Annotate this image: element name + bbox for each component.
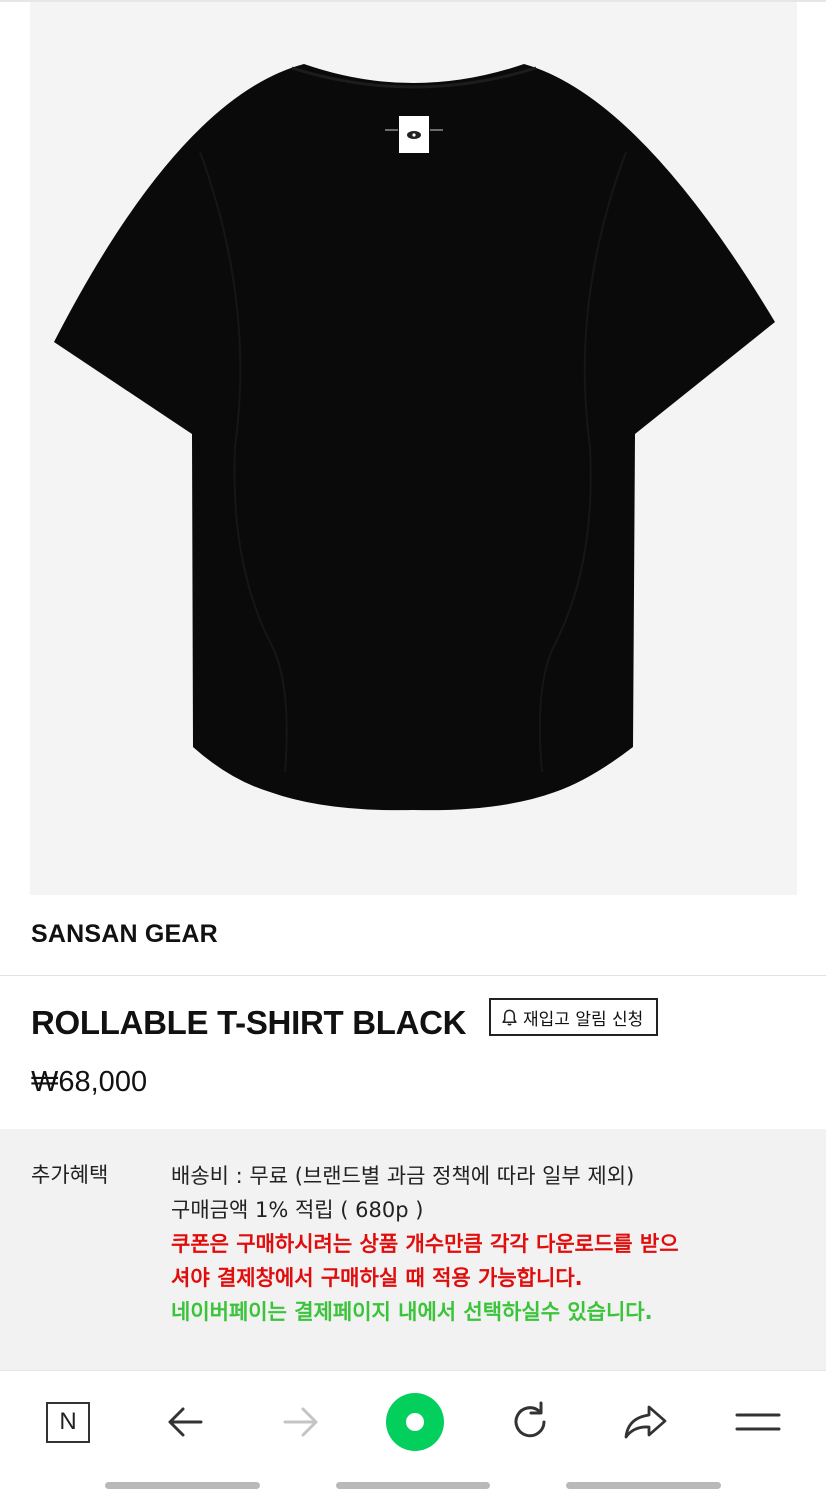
product-image[interactable] [30, 2, 797, 895]
arrow-right-icon [283, 1407, 318, 1437]
arrow-left-icon [168, 1407, 203, 1437]
restock-alert-button[interactable]: 재입고 알림 신청 [489, 998, 658, 1036]
tshirt-image [54, 64, 775, 811]
refresh-icon [514, 1401, 546, 1438]
menu-icon [735, 1413, 781, 1431]
gesture-bar-right[interactable] [566, 1482, 721, 1489]
section-divider [0, 975, 826, 976]
naverpay-notice: 네이버페이는 결제페이지 내에서 선택하실수 있습니다. [171, 1300, 653, 1324]
product-price: ₩68,000 [31, 1066, 148, 1098]
home-circle-icon [386, 1393, 444, 1451]
menu-button[interactable] [728, 1392, 788, 1452]
home-button[interactable] [385, 1392, 445, 1452]
forward-button[interactable] [271, 1392, 331, 1452]
share-icon [624, 1405, 667, 1439]
bell-icon [502, 1009, 517, 1026]
naver-home-button[interactable]: N [38, 1392, 98, 1452]
refresh-button[interactable] [500, 1392, 560, 1452]
share-button[interactable] [615, 1392, 675, 1452]
benefit-label: 추가혜택 [31, 1163, 109, 1187]
coupon-notice-line-2: 셔야 결제창에서 구매하실 때 적용 가능합니다. [171, 1266, 583, 1290]
coupon-notice-line-1: 쿠폰은 구매하시려는 상품 개수만큼 각각 다운로드를 받으 [171, 1232, 679, 1256]
product-title: ROLLABLE T-SHIRT BLACK [31, 1004, 467, 1041]
brand-name[interactable]: SANSAN GEAR [31, 920, 218, 949]
gesture-bar-left[interactable] [105, 1482, 260, 1489]
benefit-details: 배송비 : 무료 (브랜드별 과금 정책에 따라 일부 제외) 구매금액 1% … [171, 1159, 811, 1329]
naver-logo-icon: N [46, 1401, 90, 1443]
back-button[interactable] [155, 1392, 215, 1452]
shipping-info: 배송비 : 무료 (브랜드별 과금 정책에 따라 일부 제외) [171, 1164, 635, 1188]
points-info: 구매금액 1% 적립 ( 680p ) [171, 1198, 424, 1222]
gesture-bar-center[interactable] [336, 1482, 490, 1489]
restock-alert-label: 재입고 알림 신청 [523, 1009, 644, 1030]
